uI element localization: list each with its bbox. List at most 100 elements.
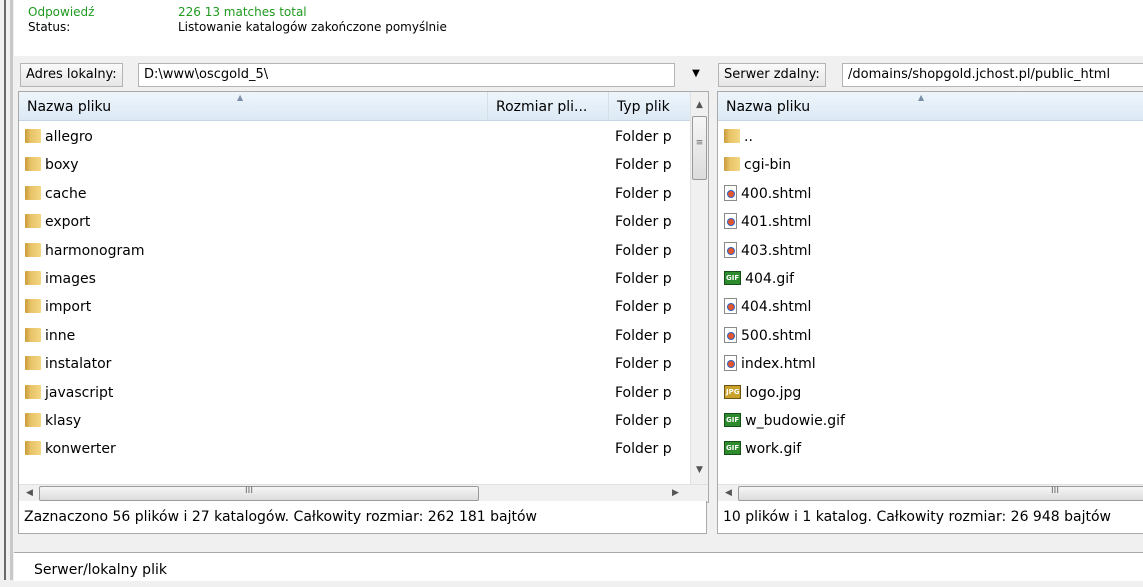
file-name: index.html [741, 356, 816, 373]
local-address-dropdown[interactable]: ▼ [688, 63, 704, 85]
local-address-input[interactable]: D:\www\oscgold_5\ [138, 63, 675, 87]
file-name: instalator [45, 356, 112, 373]
scroll-down-arrow[interactable]: ▼ [691, 462, 708, 479]
folder-icon [25, 413, 41, 427]
list-item[interactable]: 500.shtml [724, 322, 1143, 350]
scroll-grip-icon: ≡ [695, 138, 704, 148]
column-header-size[interactable]: Rozmiar pli... [488, 92, 609, 120]
log-value: Listowanie katalogów zakończone pomyślni… [178, 20, 447, 34]
local-vscroll-thumb[interactable] [692, 116, 707, 180]
sort-ascending-icon: ▲ [918, 93, 925, 102]
local-panel: Adres lokalny: D:\www\oscgold_5\ ▼ Nazwa… [14, 58, 711, 550]
list-item[interactable]: import Folder p [25, 293, 685, 321]
list-item[interactable]: klasy Folder p [25, 407, 685, 435]
list-item[interactable]: .. [724, 123, 1143, 151]
queue-column-header[interactable]: Serwer/lokalny plik [34, 553, 167, 581]
folder-icon [25, 242, 41, 257]
list-item[interactable]: export Folder p [25, 208, 685, 236]
folder-icon [25, 129, 41, 143]
list-item[interactable]: GIF work.gif [724, 435, 1143, 463]
list-item[interactable]: javascript Folder p [25, 379, 685, 407]
file-name: .. [744, 129, 753, 145]
file-name: javascript [45, 384, 114, 401]
file-type: Folder p [615, 271, 672, 287]
list-item[interactable]: allegro Folder p [25, 123, 685, 151]
file-name: w_budowie.gif [745, 413, 845, 429]
gif-file-icon: GIF [724, 441, 742, 456]
list-item[interactable]: index.html [724, 350, 1143, 378]
local-status-bar: Zaznaczono 56 plików i 27 katalogów. Cał… [18, 501, 707, 534]
list-item[interactable]: images Folder p [25, 265, 685, 293]
list-item[interactable]: GIF 404.gif [724, 265, 1143, 293]
list-item[interactable]: boxy Folder p [25, 151, 685, 179]
file-name: boxy [45, 157, 79, 174]
local-list-header: Nazwa pliku ▲ Rozmiar pli... Typ plik [19, 92, 708, 121]
list-item[interactable]: 404.shtml [724, 293, 1143, 321]
file-name: work.gif [745, 441, 802, 458]
file-name: images [45, 271, 96, 287]
list-item[interactable]: harmonogram Folder p [25, 237, 685, 265]
file-type: Folder p [615, 327, 672, 344]
folder-icon [724, 129, 740, 143]
file-name: 404.gif [745, 271, 795, 287]
list-item[interactable]: 400.shtml [724, 180, 1143, 208]
html-file-icon [724, 326, 737, 343]
scroll-grip-icon: III [245, 486, 253, 496]
list-item[interactable]: cgi-bin [724, 151, 1143, 179]
remote-address-input[interactable]: /domains/shopgold.jchost.pl/public_html [842, 63, 1143, 87]
file-type: Folder p [615, 242, 672, 259]
local-address-bar: Adres lokalny: D:\www\oscgold_5\ ▼ [14, 58, 711, 91]
file-name: export [45, 214, 91, 231]
list-item[interactable]: cache Folder p [25, 180, 685, 208]
folder-icon [25, 185, 41, 200]
html-file-icon [724, 184, 737, 201]
folder-icon [25, 356, 41, 371]
list-item[interactable]: 401.shtml [724, 208, 1143, 236]
window-splitter [0, 0, 13, 580]
file-name: klasy [45, 413, 82, 429]
file-name: 500.shtml [741, 327, 812, 344]
html-file-icon [724, 298, 737, 315]
list-item[interactable]: JPG logo.jpg [724, 379, 1143, 407]
scroll-up-arrow[interactable]: ▲ [691, 97, 708, 114]
file-name: 400.shtml [741, 185, 812, 202]
file-type: Folder p [615, 299, 672, 316]
log-key: Odpowiedź [28, 5, 95, 19]
local-address-label: Adres lokalny: [20, 63, 123, 87]
list-item[interactable]: instalator Folder p [25, 350, 685, 378]
file-name: inne [45, 327, 76, 344]
file-name: cgi-bin [744, 157, 792, 174]
html-file-icon [724, 213, 737, 230]
column-header-name[interactable]: Nazwa pliku [19, 92, 488, 120]
gif-file-icon: GIF [724, 413, 742, 427]
remote-horizontal-scrollbar[interactable]: ◀ III [718, 484, 1143, 502]
remote-address-label: Serwer zdalny: [718, 63, 826, 87]
file-name: konwerter [45, 441, 116, 458]
list-item[interactable]: 403.shtml [724, 237, 1143, 265]
folder-icon [25, 214, 41, 229]
file-name: harmonogram [45, 242, 145, 259]
column-header-name[interactable]: Nazwa pliku [718, 92, 1143, 120]
file-type: Folder p [615, 441, 672, 458]
log-value: 226 13 matches total [178, 5, 307, 19]
remote-panel: Serwer zdalny: /domains/shopgold.jchost.… [714, 58, 1143, 550]
file-name: 403.shtml [741, 242, 812, 259]
scroll-left-arrow[interactable]: ◀ [21, 485, 38, 502]
scroll-left-arrow[interactable]: ◀ [720, 485, 737, 502]
message-log: Odpowiedź 226 13 matches total Status: L… [14, 0, 1143, 56]
remote-hscroll-thumb[interactable] [738, 486, 1143, 501]
file-type: Folder p [615, 356, 672, 373]
list-item[interactable]: inne Folder p [25, 322, 685, 350]
local-horizontal-scrollbar[interactable]: ◀ III ▶ [19, 484, 708, 502]
folder-icon [25, 299, 41, 314]
sort-ascending-icon: ▲ [237, 93, 244, 102]
scroll-right-arrow[interactable]: ▶ [667, 485, 684, 502]
list-item[interactable]: konwerter Folder p [25, 435, 685, 463]
file-type: Folder p [615, 157, 672, 174]
file-name: 404.shtml [741, 299, 812, 316]
list-item[interactable]: GIF w_budowie.gif [724, 407, 1143, 435]
remote-file-list: Nazwa pliku ▲ .. cgi-bin 400.shtml 401.shtm… [717, 91, 1143, 503]
local-vertical-scrollbar[interactable]: ▲ ≡ ▼ [690, 92, 708, 484]
column-header-type[interactable]: Typ plik [609, 92, 689, 120]
file-type: Folder p [615, 214, 672, 231]
